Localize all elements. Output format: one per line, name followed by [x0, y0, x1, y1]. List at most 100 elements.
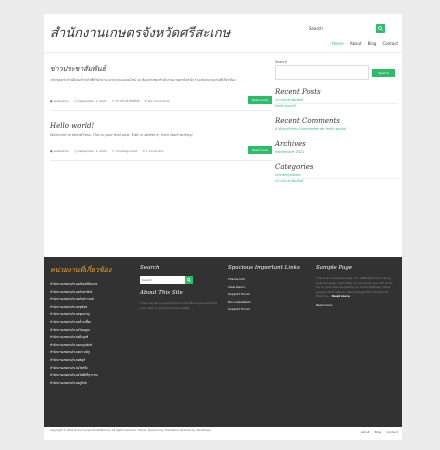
footer-search-input[interactable]: Search: [140, 276, 185, 284]
agency-link[interactable]: สำนักงานเกษตรอำเภอโนนคูณ: [50, 327, 130, 335]
sidebar-search-input[interactable]: [275, 65, 369, 80]
recent-posts-title: Recent Posts: [275, 88, 321, 96]
read-more-button[interactable]: Read more: [248, 146, 272, 154]
sidebar-search: Search: [275, 65, 399, 80]
sample-read-more-inline[interactable]: Read more: [332, 294, 350, 298]
post-date[interactable]: ◷ September 1, 2021: [74, 149, 107, 153]
user-icon: ●: [50, 99, 53, 103]
commenter-link[interactable]: A WordPress Commenter: [275, 127, 319, 131]
footer-widgets: หน่วยงานที่เกี่ยวข้อง สำนักงานเกษตรอำเภอ…: [44, 257, 402, 427]
about-site-text: This may be a good place to introduce yo…: [140, 301, 218, 310]
comment-post-link[interactable]: Hello world!: [326, 127, 347, 131]
post-title[interactable]: Hello world!: [50, 122, 272, 130]
post-category[interactable]: ▭ Uncategorized: [112, 149, 138, 153]
agency-link[interactable]: สำนักงานเกษตรอำเภอเบญจลักษ์: [50, 342, 130, 350]
footer-search-title: Search: [140, 265, 160, 271]
sample-page-title: Sample Page: [316, 265, 353, 271]
search-icon: [378, 26, 383, 31]
category-link[interactable]: ข่าวประชาสัมพันธ์: [275, 179, 399, 184]
agency-link[interactable]: สำนักงานเกษตรอำเภอกันทรารมย์: [50, 296, 130, 304]
recent-comment: A WordPress Commenter on Hello world!: [275, 127, 399, 132]
archives-title: Archives: [275, 140, 306, 148]
read-more-button[interactable]: Read more: [248, 96, 272, 104]
post-date[interactable]: ◷ September 1, 2021: [74, 99, 107, 104]
header-search: Search: [306, 22, 388, 35]
agency-link[interactable]: สำนักงานเกษตรอำเภอพยุห์: [50, 357, 130, 365]
nav-contact[interactable]: Contact: [382, 41, 398, 46]
agency-link[interactable]: สำนักงานเกษตรอำเภอเมืองศรีสะเกษ: [50, 281, 130, 289]
agency-link[interactable]: สำนักงานเกษตรอำเภอน้ำเกลี้ยง: [50, 319, 130, 327]
site-title[interactable]: สำนักงานเกษตรจังหวัดศรีสะเกษ: [50, 22, 230, 43]
categories-title: Categories: [275, 163, 314, 171]
user-icon: ●: [50, 149, 53, 153]
footer-agencies-title: หน่วยงานที่เกี่ยวข้อง: [50, 266, 112, 274]
footer-nav: About Blog Contact: [361, 430, 398, 434]
agency-link[interactable]: สำนักงานเกษตรอำเภอบึงบูรพ์: [50, 334, 130, 342]
footer-col-links: Spacious Important Links Theme Info View…: [228, 265, 308, 314]
post-divider: [50, 160, 272, 161]
recent-comments-title: Recent Comments: [275, 117, 340, 125]
footer-col-agencies: หน่วยงานที่เกี่ยวข้อง สำนักงานเกษตรอำเภอ…: [50, 265, 130, 387]
footer-nav-contact[interactable]: Contact: [386, 430, 398, 434]
footer-link[interactable]: Documentation: [228, 299, 308, 307]
clock-icon: ◷: [74, 149, 77, 153]
footer-col-sample: Sample Page This is an example page. It'…: [316, 265, 396, 310]
footer-bottom: Copyright © 2021 สำนักงานเกษตรจังหวัดศรี…: [44, 427, 402, 440]
post-article: Hello world! Welcome to WordPress. This …: [50, 122, 272, 172]
footer-col-search: Search Search About This Site This may b…: [140, 265, 220, 310]
agency-link[interactable]: สำนักงานเกษตรอำเภอขุนหาญ: [50, 311, 130, 319]
footer-link[interactable]: Support Forum: [228, 306, 308, 314]
header-search-button[interactable]: [376, 24, 385, 33]
agency-link[interactable]: สำนักงานเกษตรอำเภอโพธิ์ศรีสุวรรณ: [50, 372, 130, 380]
post-excerpt: Welcome to WordPress. This is your first…: [50, 133, 193, 137]
footer-link[interactable]: View Demo: [228, 284, 308, 292]
agency-list: สำนักงานเกษตรอำเภอเมืองศรีสะเกษ สำนักงานเ…: [50, 281, 130, 387]
agency-link[interactable]: สำนักงานเกษตรอำเภอขุขันธ์: [50, 304, 130, 312]
comment-icon: ✉: [144, 99, 148, 103]
search-icon: [187, 278, 191, 282]
sample-page-text: This is an example page. It's different …: [316, 276, 393, 299]
agency-link[interactable]: สำนักงานเกษตรอำเภอกันทรลักษ์: [50, 289, 130, 297]
important-links-title: Spacious Important Links: [228, 265, 300, 271]
agency-link[interactable]: สำนักงานเกษตรอำเภอภูสิงห์: [50, 380, 130, 388]
footer-nav-about[interactable]: About: [361, 430, 370, 434]
sidebar: Search Search Recent Posts ข่าวประชาสัมพ…: [275, 60, 399, 184]
footer-search-button[interactable]: [185, 276, 193, 284]
sample-read-more-link[interactable]: Read more: [316, 302, 396, 310]
agency-link[interactable]: สำนักงานเกษตรอำเภอไพรบึง: [50, 365, 130, 373]
folder-icon: ▭: [111, 149, 115, 153]
agency-link[interactable]: สำนักงานเกษตรอำเภอปรางค์กู่: [50, 349, 130, 357]
post-category[interactable]: ▭ ข่าวประชาสัมพันธ์: [112, 99, 140, 104]
post-author[interactable]: ● webadmin: [50, 149, 69, 153]
footer-link[interactable]: Theme Info: [228, 276, 308, 284]
header-search-input[interactable]: Search: [306, 22, 376, 35]
nav-home[interactable]: Home: [332, 41, 344, 46]
post-author[interactable]: ● webadmin: [50, 99, 69, 104]
post-article: ข่าวประชาสัมพันธ์ ประชุมประจำเดือนเจ้าหน…: [50, 64, 272, 122]
folder-icon: ▭: [111, 99, 115, 103]
comment-on-text: on: [320, 127, 325, 131]
footer-nav-blog[interactable]: Blog: [375, 430, 382, 434]
post-excerpt: ประชุมประจำเดือนเจ้าหน้าที่สำนักงาน ผ่าน…: [50, 78, 236, 82]
main-nav: Home About Blog Contact: [332, 41, 398, 46]
archive-link[interactable]: September 2021: [275, 150, 399, 155]
sidebar-search-label: Search: [275, 60, 288, 64]
nav-about[interactable]: About: [350, 41, 362, 46]
post-meta: ● webadmin ◷ September 1, 2021 ▭ Uncateg…: [50, 149, 163, 153]
header-divider: [44, 52, 402, 53]
post-title[interactable]: ข่าวประชาสัมพันธ์: [50, 64, 272, 75]
comment-icon: ✉: [142, 149, 145, 153]
copyright-text: Copyright © 2021 สำนักงานเกษตรจังหวัดศรี…: [50, 429, 212, 432]
footer-link[interactable]: Support Forum: [228, 291, 308, 299]
about-site-title: About This Site: [140, 290, 183, 296]
clock-icon: ◷: [74, 99, 77, 103]
sidebar-search-button[interactable]: Search: [372, 69, 395, 77]
page-container: สำนักงานเกษตรจังหวัดศรีสะเกษ Search Home…: [44, 14, 402, 440]
recent-post-link[interactable]: Hello world!: [275, 104, 399, 109]
footer-search: Search: [140, 276, 220, 284]
post-divider: [50, 110, 272, 111]
nav-blog[interactable]: Blog: [368, 41, 377, 46]
post-meta: ● webadmin ◷ September 1, 2021 ▭ ข่าวประ…: [50, 99, 169, 104]
post-comments[interactable]: ✉ No Comments: [145, 99, 170, 104]
post-comments[interactable]: ✉ 1 Comment: [142, 149, 163, 153]
